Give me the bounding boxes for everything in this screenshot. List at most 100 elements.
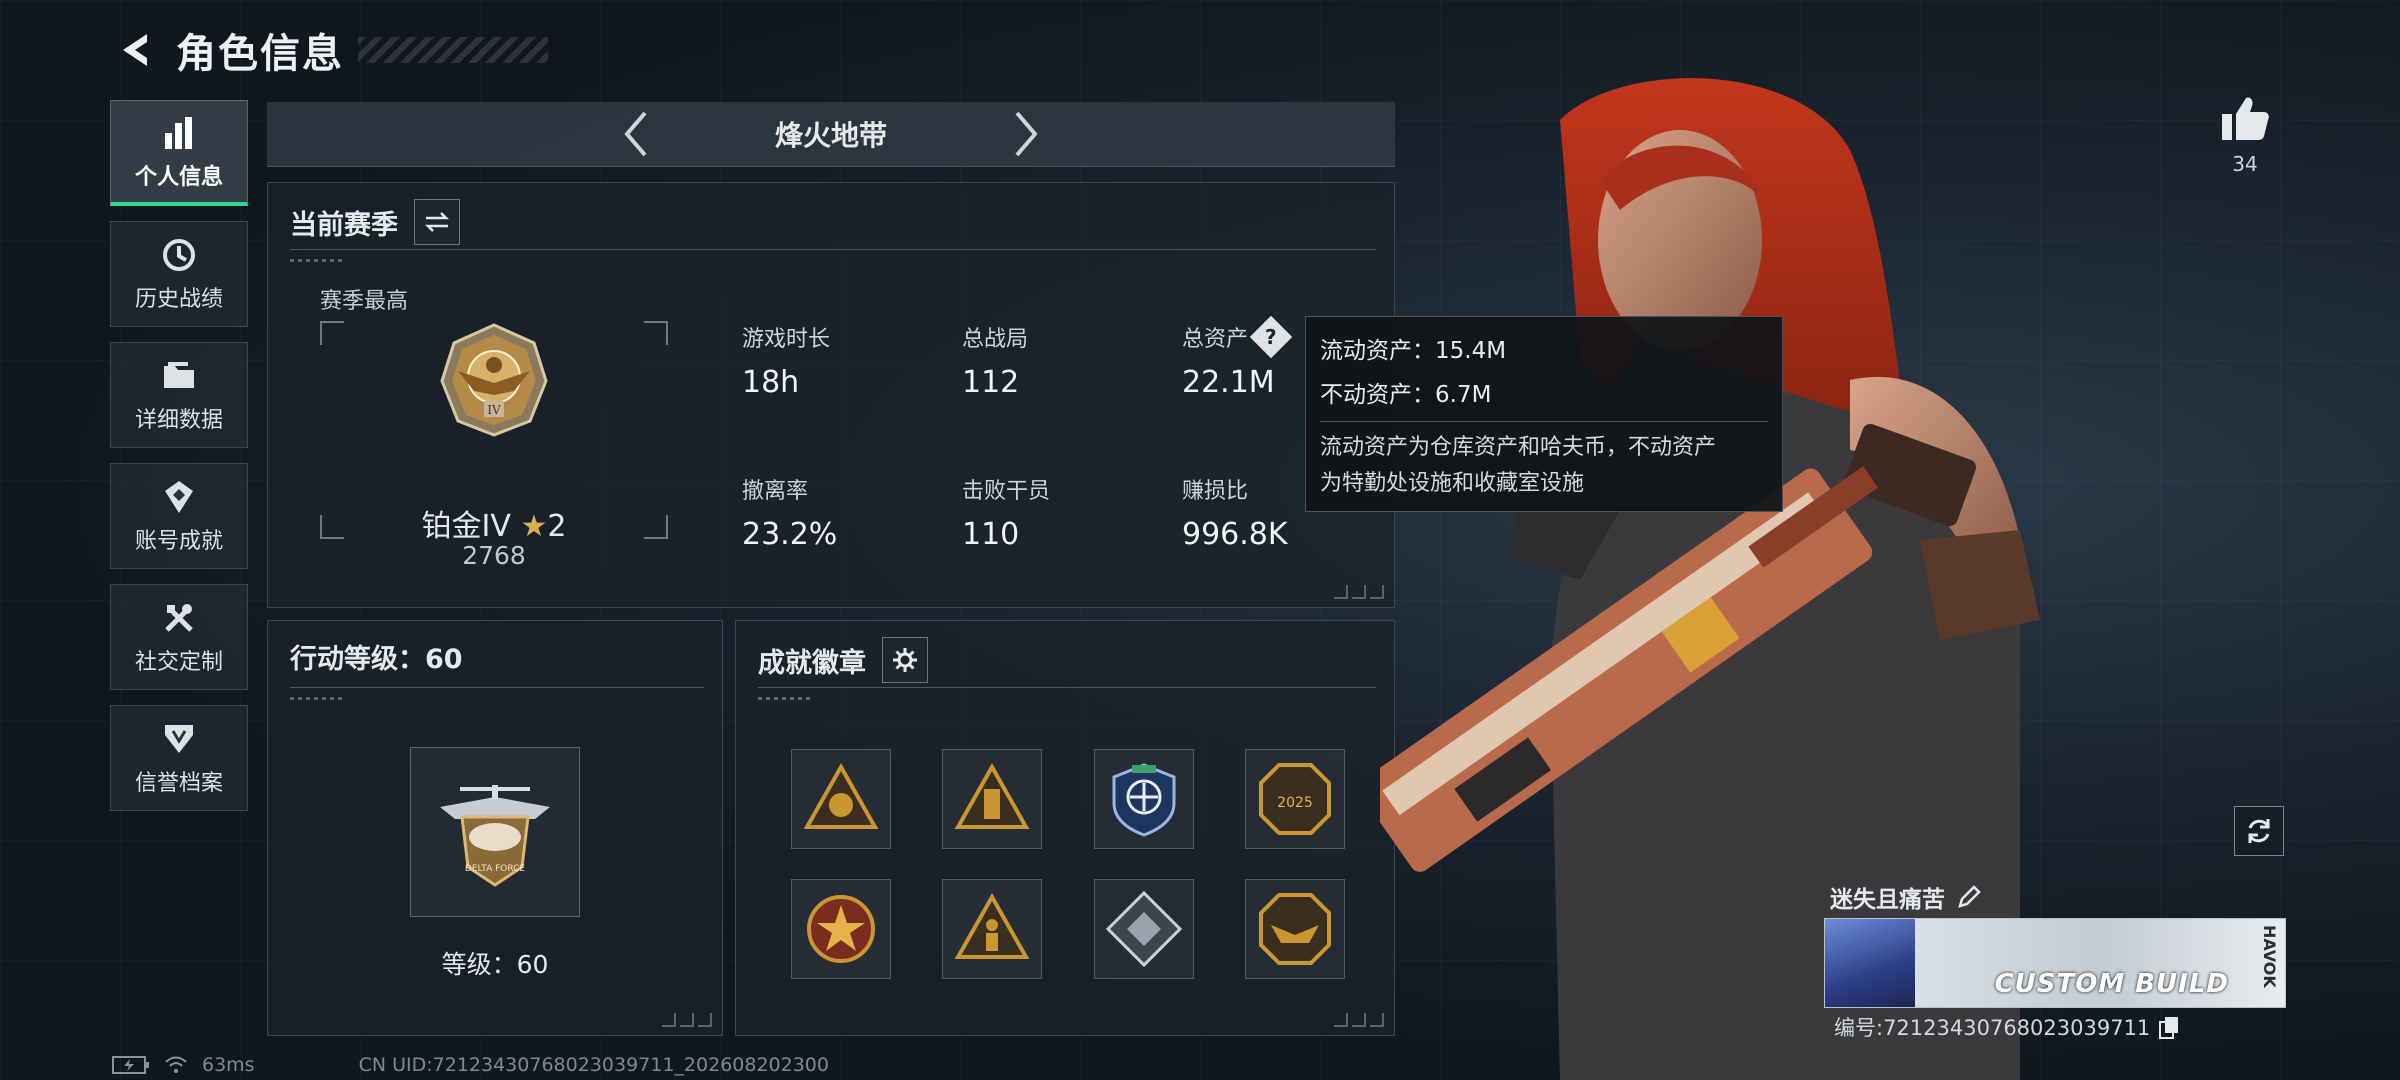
mode-selector: 烽火地带: [267, 102, 1395, 167]
stat-label: 赚损比: [1182, 479, 1249, 504]
badge-slot-5[interactable]: [791, 879, 891, 979]
badge-slot-1[interactable]: [791, 749, 891, 849]
prev-mode-button[interactable]: [606, 104, 666, 164]
stat-label: 撤离率: [742, 479, 809, 504]
asset-tooltip: 流动资产：15.4M 不动资产：6.7M 流动资产为仓库资产和哈夫币，不动资产 …: [1305, 316, 1783, 512]
triangle-tower-badge-icon: [954, 762, 1030, 829]
nav-item-personal-info[interactable]: 个人信息: [110, 100, 248, 206]
wifi-icon: [165, 1056, 187, 1073]
octagon-2025-badge-icon: 2025: [1259, 763, 1331, 835]
stat-value: 22.1M: [1182, 365, 1275, 400]
stat-extract-rate: 撤离率 23.2%: [742, 473, 837, 552]
svg-text:DELTA FORCE: DELTA FORCE: [465, 864, 526, 874]
refresh-button[interactable]: [2234, 806, 2284, 856]
badge-slot-6[interactable]: [942, 879, 1042, 979]
like-count: 34: [2232, 152, 2258, 176]
stat-value: 112: [962, 365, 1020, 400]
stat-value: 996.8K: [1182, 517, 1288, 552]
next-mode-button[interactable]: [996, 104, 1056, 164]
achievement-icon: [158, 477, 200, 517]
rank-score: 2768: [462, 541, 526, 570]
player-name: 迷失且痛苦: [1830, 887, 1945, 913]
nav-label: 账号成就: [134, 529, 223, 554]
nav-item-detailed-data[interactable]: 详细数据: [110, 342, 248, 448]
diamond-badge-icon: [1105, 890, 1183, 968]
badges-title-row: 成就徽章: [758, 637, 928, 683]
octagon-eagle-badge-icon: [1259, 893, 1331, 965]
action-level-text: 等级：60: [441, 950, 549, 979]
svg-text:IV: IV: [487, 403, 501, 417]
nav-item-achievements[interactable]: 账号成就: [110, 463, 248, 569]
badge-slot-2[interactable]: [942, 749, 1042, 849]
divider: [758, 687, 1376, 700]
bar-chart-icon: [158, 113, 200, 153]
star-icon: ★: [520, 509, 548, 544]
rank-display: IV 铂金IV ★2 2768: [320, 321, 668, 570]
player-id: 编号:7212343076802303971​1: [1834, 1016, 2151, 1040]
back-button[interactable]: [112, 25, 162, 75]
helicopter-emblem-icon: DELTA FORCE: [440, 785, 550, 887]
stat-profit-ratio: 赚损比 996.8K: [1182, 473, 1288, 552]
folder-icon: [158, 356, 200, 396]
nav-item-history[interactable]: 历史战绩: [110, 221, 248, 327]
mode-title: 烽火地带: [774, 119, 887, 152]
stat-label: 总资产: [1182, 327, 1249, 352]
badge-settings-button[interactable]: [882, 637, 928, 683]
tooltip-divider: [1320, 421, 1768, 422]
stat-kills: 击败干员 110: [962, 473, 1050, 552]
history-icon: [158, 235, 200, 275]
badge-slot-4[interactable]: 2025: [1245, 749, 1345, 849]
ping-value: 63ms: [202, 1054, 255, 1076]
stat-value: 18h: [742, 365, 800, 400]
like-button[interactable]: 34: [2210, 94, 2280, 176]
stat-label: 击败干员: [962, 479, 1051, 504]
card-title: CUSTOM BUILD: [1994, 969, 2229, 999]
stat-label: 总战局: [962, 327, 1029, 352]
triangle-fish-badge-icon: [803, 762, 879, 829]
badges-title: 成就徽章: [758, 647, 866, 679]
card-side-text: HAVOK: [2260, 925, 2279, 988]
nav-label: 社交定制: [134, 650, 223, 675]
season-title: 当前赛季: [290, 209, 398, 241]
badge-slot-7[interactable]: [1094, 879, 1194, 979]
copy-id-button[interactable]: [2158, 1015, 2180, 1039]
badge-slot-8[interactable]: [1245, 879, 1345, 979]
status-footer: 63ms CN UID:7212343076802303971​1_202608…: [112, 1054, 829, 1076]
rank-stars: 2: [547, 509, 567, 544]
sidebar-nav: 个人信息 历史战绩 详细数据 账号成就 社交定制 信誉档案: [110, 100, 250, 826]
stat-total-assets: 总资产 ? 22.1M: [1182, 315, 1293, 400]
platinum-rank-emblem-icon: IV: [440, 323, 548, 437]
nav-label: 个人信息: [134, 164, 223, 190]
page-title: 角色信息: [176, 31, 344, 77]
player-avatar: [1825, 919, 1915, 1007]
rank-name: 铂金IV: [421, 509, 511, 544]
player-name-card[interactable]: CUSTOM BUILD HAVOK: [1824, 918, 2286, 1008]
stat-play-time: 游戏时长 18h: [742, 321, 830, 400]
copy-icon: [2159, 1017, 2179, 1039]
nav-item-credit-record[interactable]: 信誉档案: [110, 705, 248, 811]
stat-total-matches: 总战局 112: [962, 321, 1028, 400]
nav-label: 信誉档案: [134, 771, 223, 796]
star-medal-badge-icon: [807, 895, 875, 963]
stat-label: 游戏时长: [742, 327, 831, 352]
stat-label-row: 总资产 ?: [1182, 315, 1293, 359]
tooltip-fixed-assets: 不动资产：6.7M: [1320, 382, 1492, 408]
credit-icon: [158, 719, 200, 759]
player-id-row: 编号:7212343076802303971​1: [1834, 1012, 2180, 1042]
edit-name-button[interactable]: [1957, 885, 1981, 909]
help-icon[interactable]: ?: [1249, 315, 1293, 359]
tools-icon: [158, 598, 200, 638]
tooltip-note-line-1: 流动资产为仓库资产和哈夫币，不动资产: [1320, 435, 1717, 460]
thumbs-up-icon: [2222, 97, 2269, 140]
back-arrow-icon: [123, 34, 147, 66]
action-level-emblem: DELTA FORCE: [410, 747, 580, 917]
season-best-label: 赛季最高: [320, 289, 409, 314]
nav-item-social-custom[interactable]: 社交定制: [110, 584, 248, 690]
pencil-icon: [1958, 885, 1981, 908]
divider: [290, 249, 1376, 262]
badge-slot-3[interactable]: [1094, 749, 1194, 849]
achievement-badges-panel: 成就徽章 2025: [735, 620, 1395, 1036]
season-switch-button[interactable]: [414, 199, 460, 245]
rank-name-row: 铂金IV ★2: [320, 501, 668, 545]
action-level-panel: 行动等级：60 DELTA FORCE 等级：60: [267, 620, 723, 1036]
